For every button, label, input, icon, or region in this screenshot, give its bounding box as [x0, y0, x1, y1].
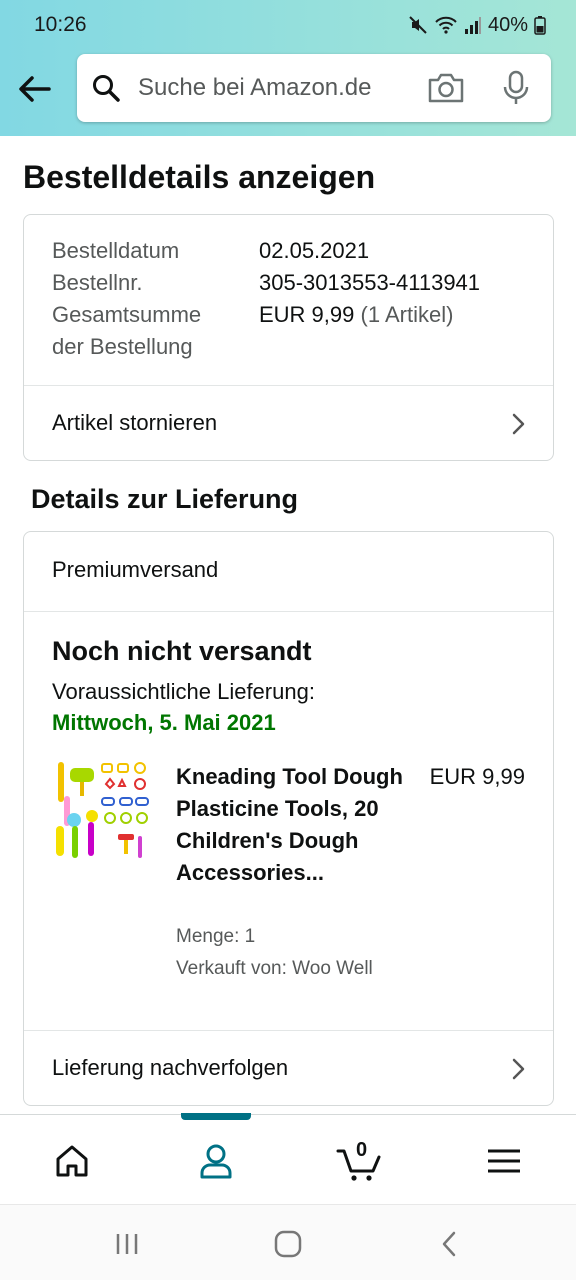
- status-bar: 10:26 40%: [0, 0, 576, 50]
- bottom-nav: [0, 1113, 576, 1204]
- home-icon[interactable]: [50, 1139, 94, 1183]
- page-title: Bestelldetails anzeigen: [23, 159, 376, 195]
- cancel-items-label: Artikel stornieren: [52, 410, 218, 435]
- estimated-delivery-date: Mittwoch, 5. Mai 2021: [52, 710, 276, 735]
- search-input[interactable]: Suche bei Amazon.de: [138, 74, 372, 102]
- battery-icon: [534, 16, 546, 35]
- order-number-label: Bestellnr.: [52, 270, 143, 295]
- order-info: Bestelldatum 02.05.2021 Bestellnr. 305-3…: [52, 235, 480, 363]
- menu-icon[interactable]: [482, 1139, 526, 1183]
- chevron-right-icon: [512, 413, 525, 435]
- back-button-icon[interactable]: [435, 1229, 465, 1259]
- chevron-right-icon: [512, 1058, 525, 1080]
- signal-icon: [464, 17, 481, 34]
- wifi-icon: [435, 16, 457, 34]
- delivery-card: Premiumversand Noch nicht versandt Vorau…: [23, 531, 554, 1106]
- recent-apps-icon[interactable]: [112, 1229, 142, 1259]
- order-summary-card: Bestelldatum 02.05.2021 Bestellnr. 305-3…: [23, 214, 554, 461]
- order-date-label: Bestelldatum: [52, 238, 180, 263]
- battery-percent: 40%: [487, 13, 528, 36]
- order-item-count: (1 Artikel): [360, 302, 454, 327]
- cart-count-badge: 0: [356, 1139, 368, 1161]
- shipment-status: Noch nicht versandt: [52, 636, 312, 666]
- active-tab-indicator: [181, 1113, 251, 1120]
- header-bar: 10:26 40% Suche bei Amazon.de: [0, 0, 576, 136]
- order-total-value: EUR 9,99 (1 Artikel): [259, 302, 454, 327]
- estimated-delivery-label: Voraussichtliche Lieferung:: [52, 679, 315, 704]
- product-quantity: Menge: 1: [176, 926, 256, 947]
- shipping-method: Premiumversand: [52, 557, 219, 582]
- mute-icon: [409, 16, 427, 34]
- home-button-icon[interactable]: [273, 1229, 303, 1259]
- track-delivery-label: Lieferung nachverfolgen: [52, 1055, 289, 1080]
- delivery-section-title: Details zur Lieferung: [31, 484, 299, 514]
- order-date-value: 02.05.2021: [259, 238, 370, 263]
- cancel-items-row[interactable]: Artikel stornieren: [24, 386, 553, 460]
- search-icon: [93, 75, 120, 102]
- divider: [24, 611, 553, 612]
- camera-icon[interactable]: [427, 71, 465, 105]
- search-bar[interactable]: Suche bei Amazon.de: [77, 54, 551, 122]
- status-time: 10:26: [34, 13, 87, 36]
- product-image[interactable]: [52, 760, 156, 862]
- product-price: EUR 9,99: [429, 764, 525, 789]
- product-name[interactable]: Kneading Tool Dough Plasticine Tools, 20…: [176, 761, 408, 889]
- back-arrow-icon[interactable]: [16, 70, 54, 108]
- track-delivery-row[interactable]: Lieferung nachverfolgen: [24, 1031, 553, 1105]
- product-seller: Verkauft von: Woo Well: [176, 958, 373, 979]
- microphone-icon[interactable]: [501, 70, 531, 106]
- account-icon[interactable]: [194, 1139, 238, 1183]
- status-icons: 40%: [408, 12, 546, 38]
- order-number-value: 305-3013553-4113941: [259, 270, 481, 295]
- system-nav-bar: [0, 1204, 576, 1280]
- order-total-label: Gesamtsumme der Bestellung: [52, 302, 202, 359]
